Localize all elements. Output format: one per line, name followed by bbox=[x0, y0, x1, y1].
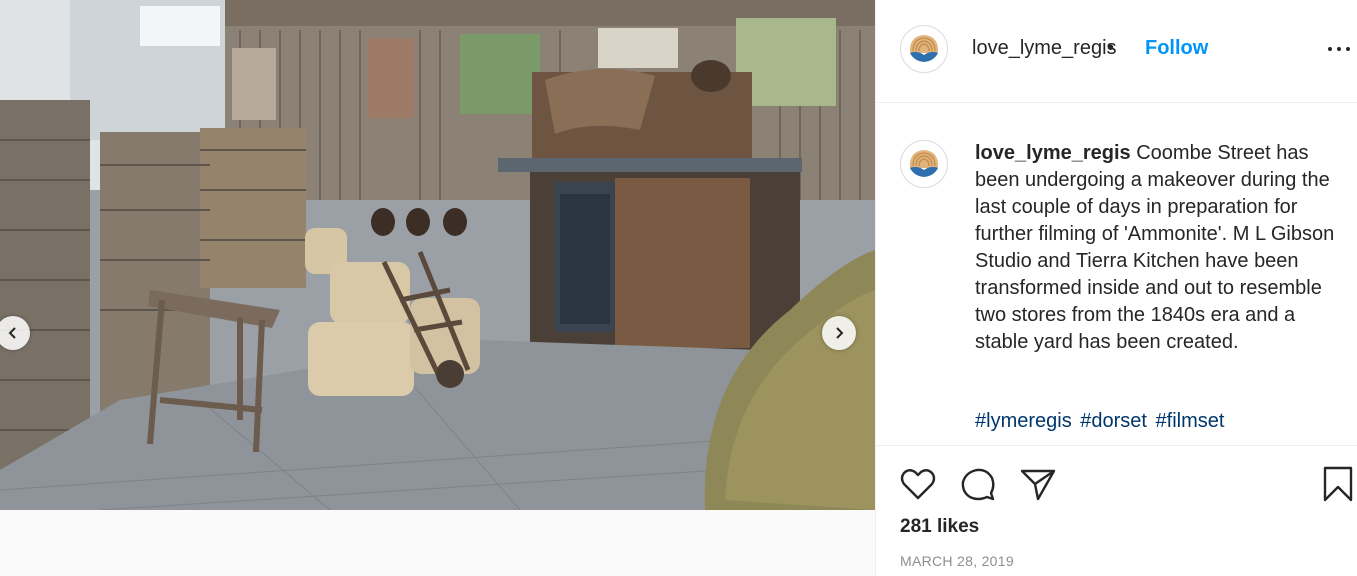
post-sidebar: love_lyme_regis • Follow love_lyme_regis… bbox=[875, 0, 1357, 576]
save-button[interactable] bbox=[1318, 464, 1357, 504]
username-link[interactable]: love_lyme_regis bbox=[972, 37, 1117, 60]
avatar[interactable] bbox=[900, 25, 948, 73]
bookmark-icon bbox=[1323, 466, 1353, 502]
caption-username-link[interactable]: love_lyme_regis bbox=[975, 142, 1131, 164]
paper-plane-icon bbox=[1020, 469, 1056, 501]
next-photo-button[interactable] bbox=[822, 316, 856, 350]
comment-icon bbox=[961, 468, 995, 501]
separator-dot: • bbox=[1107, 37, 1115, 59]
post-date[interactable]: MARCH 28, 2019 bbox=[900, 553, 1014, 569]
heart-icon bbox=[900, 469, 936, 500]
follow-button[interactable]: Follow bbox=[1145, 37, 1208, 60]
avatar[interactable] bbox=[900, 140, 948, 188]
comment-button[interactable] bbox=[958, 464, 998, 504]
more-options-icon[interactable] bbox=[1328, 38, 1350, 60]
hashtag-link[interactable]: #lymeregis bbox=[975, 410, 1072, 432]
caption-text: love_lyme_regis Coombe Street has been u… bbox=[975, 140, 1340, 356]
caption-body: Coombe Street has been undergoing a make… bbox=[975, 142, 1335, 353]
hashtag-link[interactable]: #filmset bbox=[1156, 410, 1225, 432]
like-button[interactable] bbox=[898, 464, 938, 504]
ammonite-logo-icon bbox=[902, 142, 946, 186]
post-caption: love_lyme_regis Coombe Street has been u… bbox=[876, 103, 1357, 446]
hashtag-link[interactable]: #dorset bbox=[1080, 410, 1147, 432]
post-media bbox=[0, 0, 875, 576]
post-photo[interactable] bbox=[0, 0, 875, 510]
hashtag-list: #lymeregis #dorset #filmset bbox=[975, 410, 1227, 433]
chevron-left-icon bbox=[8, 327, 16, 339]
chevron-right-icon bbox=[836, 327, 844, 339]
action-bar bbox=[876, 460, 1357, 508]
share-button[interactable] bbox=[1018, 464, 1058, 504]
post-header: love_lyme_regis • Follow bbox=[876, 0, 1357, 103]
ammonite-logo-icon bbox=[902, 27, 946, 71]
photo-scene bbox=[0, 0, 875, 510]
like-count[interactable]: 281 likes bbox=[900, 516, 979, 538]
